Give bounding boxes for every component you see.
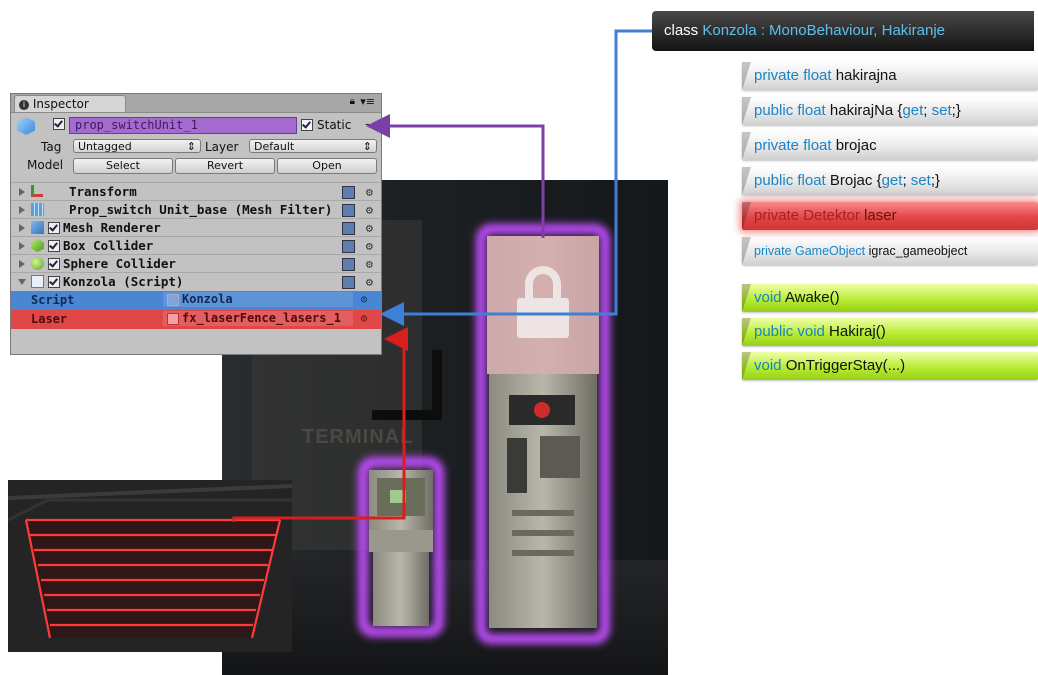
- model-label: Model: [27, 158, 64, 172]
- mesh-renderer-icon: [31, 221, 44, 234]
- gear-icon[interactable]: ⚙: [366, 201, 373, 219]
- sphere-collider-icon: [31, 257, 44, 270]
- laser-field-row: Laser fx_laserFence_lasers_1 ◎: [11, 310, 381, 329]
- tag-dropdown-value: Untagged: [78, 140, 132, 153]
- box-collider-icon: [31, 239, 44, 252]
- script-object-field[interactable]: Konzola: [163, 292, 353, 307]
- method-awake: void Awake(): [742, 284, 1038, 312]
- foldout-arrow-icon[interactable]: [19, 260, 25, 268]
- component-mesh-filter[interactable]: Prop_switch Unit_base (Mesh Filter) ⚙: [11, 200, 381, 219]
- component-sphere-collider[interactable]: Sphere Collider ⚙: [11, 254, 381, 273]
- component-konzola-script[interactable]: Konzola (Script) ⚙: [11, 272, 381, 291]
- script-field-row: Script Konzola ◎: [11, 291, 381, 310]
- component-enabled-checkbox[interactable]: [48, 276, 60, 288]
- method-hakiraj: public void Hakiraj(): [742, 318, 1038, 346]
- help-icon[interactable]: [342, 186, 355, 199]
- inspector-tab-bar: i Inspector 🔒︎ ▾≡: [11, 94, 381, 113]
- model-select-button[interactable]: Select: [73, 158, 173, 174]
- tag-label: Tag: [41, 140, 62, 154]
- member-igrac-gameobject: private GameObject igrac_gameobject: [742, 237, 1038, 265]
- component-enabled-checkbox[interactable]: [48, 258, 60, 270]
- foldout-arrow-icon[interactable]: [18, 279, 26, 285]
- gear-icon[interactable]: ⚙: [366, 219, 373, 237]
- static-checkbox[interactable]: [301, 119, 313, 131]
- component-label: Konzola (Script): [63, 274, 184, 289]
- component-box-collider[interactable]: Box Collider ⚙: [11, 236, 381, 255]
- field-label-script: Script: [31, 293, 75, 307]
- component-label: Sphere Collider: [63, 256, 176, 271]
- model-row: Model Select Revert Open: [11, 156, 381, 174]
- model-revert-button[interactable]: Revert: [175, 158, 275, 174]
- help-icon[interactable]: [342, 204, 355, 217]
- mesh-filter-icon: [31, 203, 44, 216]
- layer-dropdown-value: Default: [254, 140, 295, 153]
- object-picker-icon[interactable]: ◎: [361, 310, 367, 328]
- script-object-value: Konzola: [182, 292, 233, 306]
- tag-dropdown[interactable]: Untagged ⇕: [73, 139, 201, 153]
- object-picker-icon[interactable]: ◎: [361, 291, 367, 309]
- tab-inspector-label: Inspector: [32, 97, 89, 111]
- static-label: Static: [317, 118, 352, 132]
- script-icon: [167, 312, 179, 325]
- layer-label: Layer: [205, 140, 239, 154]
- component-enabled-checkbox[interactable]: [48, 222, 60, 234]
- foldout-arrow-icon[interactable]: [19, 188, 25, 196]
- foldout-arrow-icon[interactable]: [19, 224, 25, 232]
- component-transform[interactable]: Transform ⚙: [11, 182, 381, 201]
- gear-icon[interactable]: ⚙: [366, 237, 373, 255]
- member-hakirajna-property: public float hakirajNa {get; set;}: [742, 97, 1038, 125]
- prefab-cube-icon: [17, 117, 35, 135]
- laser-fence-preview: [8, 480, 292, 652]
- member-hakirajna: private float hakirajna: [742, 62, 1038, 90]
- member-brojac-property: public float Brojac {get; set;}: [742, 167, 1038, 195]
- tab-inspector[interactable]: i Inspector: [14, 95, 126, 112]
- tag-layer-row: Tag Untagged ⇕ Layer Default ⇕: [11, 138, 381, 156]
- layer-dropdown[interactable]: Default ⇕: [249, 139, 377, 153]
- laser-object-value: fx_laserFence_lasers_1: [182, 311, 341, 325]
- member-laser: private Detektor laser: [742, 202, 1038, 230]
- lock-icon[interactable]: 🔒︎: [350, 96, 355, 107]
- gear-icon[interactable]: ⚙: [366, 183, 373, 201]
- transform-icon: [31, 185, 43, 197]
- help-icon[interactable]: [342, 276, 355, 289]
- gear-icon[interactable]: ⚙: [366, 255, 373, 273]
- object-name-value: prop_switchUnit_1: [75, 118, 198, 132]
- active-checkbox[interactable]: [53, 118, 65, 130]
- help-icon[interactable]: [342, 258, 355, 271]
- member-brojac: private float brojac: [742, 132, 1038, 160]
- field-label-laser: Laser: [31, 312, 68, 326]
- object-header: prop_switchUnit_1 Static ‒: [11, 115, 381, 137]
- updown-icon: ⇕: [362, 140, 372, 153]
- component-mesh-renderer[interactable]: Mesh Renderer ⚙: [11, 218, 381, 237]
- script-icon: [167, 293, 179, 306]
- help-icon[interactable]: [342, 240, 355, 253]
- component-label: Prop_switch Unit_base (Mesh Filter): [69, 202, 333, 217]
- class-declaration: Konzola : MonoBehaviour, Hakiranje: [702, 22, 945, 39]
- menu-icon[interactable]: ▾≡: [360, 95, 375, 108]
- foldout-arrow-icon[interactable]: [19, 242, 25, 250]
- class-keyword: class: [664, 22, 703, 39]
- gear-icon[interactable]: ⚙: [366, 273, 373, 291]
- info-icon: i: [19, 99, 29, 110]
- script-icon: [31, 275, 44, 288]
- component-label: Box Collider: [63, 238, 154, 253]
- component-label: Mesh Renderer: [63, 220, 161, 235]
- component-enabled-checkbox[interactable]: [48, 240, 60, 252]
- laser-object-field[interactable]: fx_laserFence_lasers_1: [163, 311, 353, 326]
- component-label: Transform: [69, 184, 137, 199]
- foldout-arrow-icon[interactable]: [19, 206, 25, 214]
- method-ontriggerstay: void OnTriggerStay(...): [742, 352, 1038, 380]
- help-icon[interactable]: [342, 222, 355, 235]
- class-header: class Konzola : MonoBehaviour, Hakiranje: [652, 11, 1034, 51]
- model-open-button[interactable]: Open: [277, 158, 377, 174]
- updown-icon: ⇕: [186, 140, 196, 153]
- inspector-panel: i Inspector 🔒︎ ▾≡ prop_switchUnit_1 Stat…: [10, 93, 382, 355]
- static-dropdown-icon[interactable]: ‒: [365, 115, 373, 133]
